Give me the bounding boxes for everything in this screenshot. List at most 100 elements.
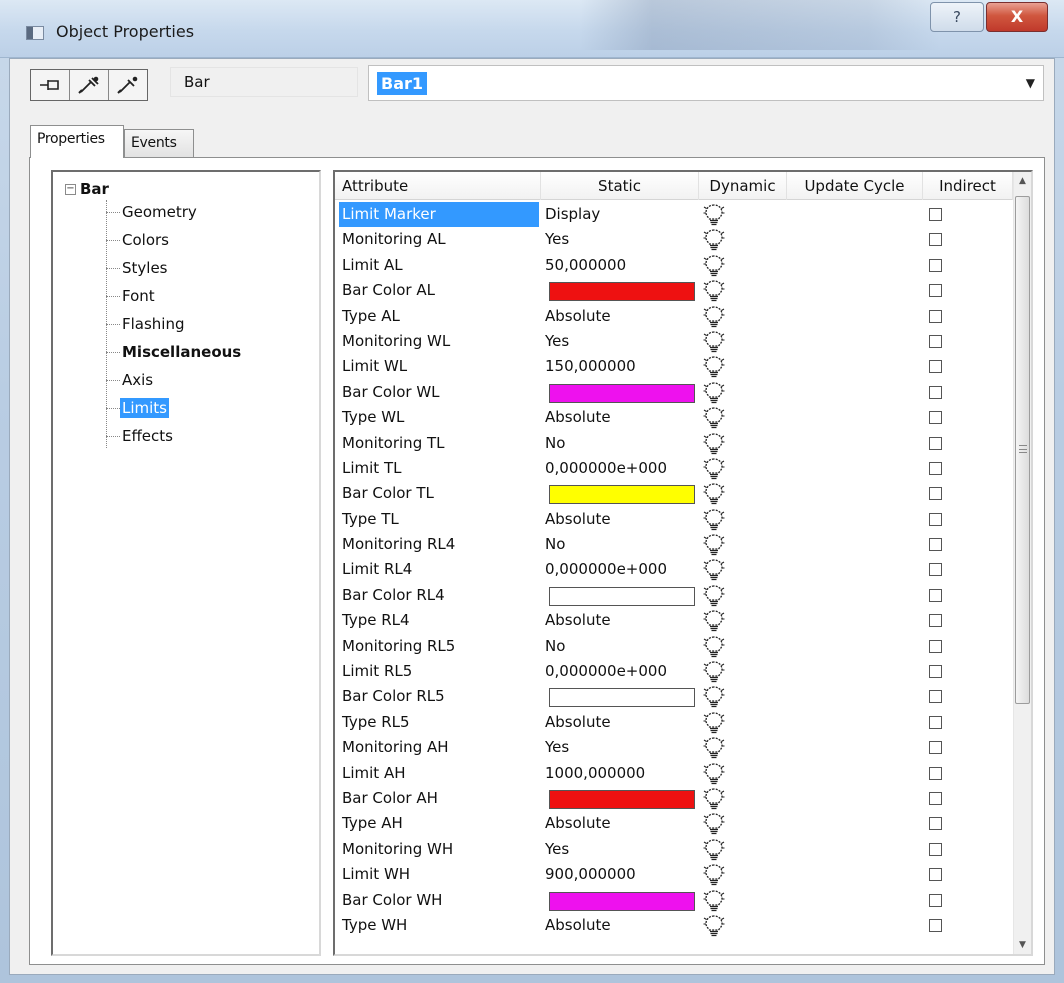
table-row[interactable]: Bar Color WL — [335, 380, 1013, 405]
indirect-checkbox[interactable] — [929, 614, 942, 628]
static-value-cell[interactable]: 0,000000e+000 — [545, 659, 700, 684]
dynamic-cell[interactable] — [701, 583, 731, 608]
dynamic-cell[interactable] — [701, 608, 731, 633]
dynamic-cell[interactable] — [701, 304, 731, 329]
indirect-checkbox[interactable] — [929, 538, 942, 552]
static-value-cell[interactable]: Yes — [545, 837, 700, 862]
tree-item-geometry[interactable]: Geometry — [106, 200, 199, 224]
indirect-checkbox[interactable] — [929, 868, 942, 882]
indirect-checkbox[interactable] — [929, 309, 942, 323]
attribute-cell[interactable]: Type WH — [339, 913, 539, 938]
indirect-checkbox[interactable] — [929, 284, 942, 298]
attribute-cell[interactable]: Bar Color RL5 — [339, 684, 539, 709]
color-swatch[interactable] — [549, 485, 695, 505]
dynamic-cell[interactable] — [701, 888, 731, 913]
scrollbar-thumb[interactable] — [1015, 196, 1030, 704]
indirect-checkbox[interactable] — [929, 715, 942, 729]
color-swatch[interactable] — [549, 789, 695, 809]
static-color-cell[interactable] — [545, 583, 700, 608]
dynamic-cell[interactable] — [701, 253, 731, 278]
column-header-static[interactable]: Static — [541, 172, 699, 200]
dynamic-cell[interactable] — [701, 532, 731, 557]
static-value-cell[interactable]: Yes — [545, 227, 700, 252]
dynamic-cell[interactable] — [701, 761, 731, 786]
column-header-indirect[interactable]: Indirect — [923, 172, 1013, 200]
static-value-cell[interactable]: Absolute — [545, 304, 700, 329]
tree-item-miscellaneous[interactable]: Miscellaneous — [106, 340, 243, 364]
dynamic-cell[interactable] — [701, 507, 731, 532]
table-row[interactable]: Type TL Absolute — [335, 507, 1013, 532]
indirect-checkbox[interactable] — [929, 436, 942, 450]
table-row[interactable]: Type AH Absolute — [335, 811, 1013, 836]
dynamic-cell[interactable] — [701, 278, 731, 303]
table-row[interactable]: Bar Color WH — [335, 888, 1013, 913]
attribute-cell[interactable]: Monitoring TL — [339, 431, 539, 456]
tree-item-flashing[interactable]: Flashing — [106, 312, 187, 336]
static-value-cell[interactable]: 1000,000000 — [545, 761, 700, 786]
table-row[interactable]: Monitoring AH Yes — [335, 735, 1013, 760]
scroll-up-arrow-icon[interactable]: ▲ — [1014, 172, 1031, 190]
attribute-cell[interactable]: Limit AL — [339, 253, 539, 278]
dynamic-cell[interactable] — [701, 659, 731, 684]
dynamic-cell[interactable] — [701, 811, 731, 836]
indirect-checkbox[interactable] — [929, 690, 942, 704]
indirect-checkbox[interactable] — [929, 588, 942, 602]
static-value-cell[interactable]: Absolute — [545, 811, 700, 836]
indirect-checkbox[interactable] — [929, 639, 942, 653]
pipette-icon[interactable] — [109, 70, 147, 100]
chevron-down-icon[interactable]: ▼ — [1026, 76, 1035, 90]
dynamic-cell[interactable] — [701, 557, 731, 582]
dynamic-cell[interactable] — [701, 354, 731, 379]
indirect-checkbox[interactable] — [929, 233, 942, 247]
attribute-cell[interactable]: Monitoring WH — [339, 837, 539, 862]
table-row[interactable]: Type AL Absolute — [335, 304, 1013, 329]
attribute-cell[interactable]: Type AL — [339, 304, 539, 329]
indirect-checkbox[interactable] — [929, 411, 942, 425]
table-row[interactable]: Type RL5 Absolute — [335, 710, 1013, 735]
static-value-cell[interactable]: 900,000000 — [545, 862, 700, 887]
dynamic-cell[interactable] — [701, 380, 731, 405]
attribute-cell[interactable]: Limit Marker — [339, 202, 539, 227]
static-value-cell[interactable]: 150,000000 — [545, 354, 700, 379]
static-value-cell[interactable]: No — [545, 431, 700, 456]
table-row[interactable]: Bar Color TL — [335, 481, 1013, 506]
static-value-cell[interactable]: Absolute — [545, 710, 700, 735]
static-value-cell[interactable]: Absolute — [545, 507, 700, 532]
dynamic-cell[interactable] — [701, 329, 731, 354]
indirect-checkbox[interactable] — [929, 360, 942, 374]
indirect-checkbox[interactable] — [929, 791, 942, 805]
dynamic-cell[interactable] — [701, 862, 731, 887]
attribute-cell[interactable]: Bar Color AL — [339, 278, 539, 303]
static-color-cell[interactable] — [545, 278, 700, 303]
attribute-cell[interactable]: Limit RL4 — [339, 557, 539, 582]
static-color-cell[interactable] — [545, 684, 700, 709]
indirect-checkbox[interactable] — [929, 665, 942, 679]
color-swatch[interactable] — [549, 586, 695, 606]
static-value-cell[interactable]: Yes — [545, 329, 700, 354]
attribute-cell[interactable]: Type WL — [339, 405, 539, 430]
dynamic-cell[interactable] — [701, 735, 731, 760]
table-row[interactable]: Monitoring RL4 No — [335, 532, 1013, 557]
static-value-cell[interactable]: 0,000000e+000 — [545, 557, 700, 582]
tree-item-axis[interactable]: Axis — [106, 368, 155, 392]
static-color-cell[interactable] — [545, 888, 700, 913]
static-value-cell[interactable]: Absolute — [545, 608, 700, 633]
vertical-scrollbar[interactable]: ▲ ▼ — [1013, 172, 1031, 954]
dynamic-cell[interactable] — [701, 710, 731, 735]
table-row[interactable]: Limit RL4 0,000000e+000 — [335, 557, 1013, 582]
static-color-cell[interactable] — [545, 380, 700, 405]
color-swatch[interactable] — [549, 282, 695, 302]
column-header-attribute[interactable]: Attribute — [335, 172, 541, 200]
static-value-cell[interactable]: 0,000000e+000 — [545, 456, 700, 481]
indirect-checkbox[interactable] — [929, 487, 942, 501]
tree-item-font[interactable]: Font — [106, 284, 157, 308]
table-row[interactable]: Limit WL 150,000000 — [335, 354, 1013, 379]
table-row[interactable]: Limit AL 50,000000 — [335, 253, 1013, 278]
tree-item-styles[interactable]: Styles — [106, 256, 170, 280]
attribute-cell[interactable]: Bar Color WH — [339, 888, 539, 913]
indirect-checkbox[interactable] — [929, 918, 942, 932]
indirect-checkbox[interactable] — [929, 766, 942, 780]
close-button[interactable]: X — [986, 2, 1048, 32]
attribute-cell[interactable]: Bar Color RL4 — [339, 583, 539, 608]
dynamic-cell[interactable] — [701, 913, 731, 938]
